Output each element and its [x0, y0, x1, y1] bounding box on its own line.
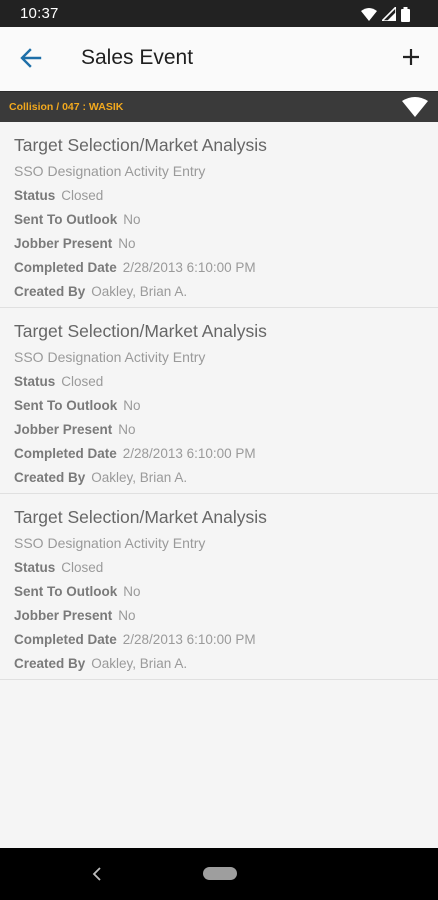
field-label: Created By — [14, 470, 86, 485]
event-subtitle: SSO Designation Activity Entry — [14, 535, 206, 551]
event-field-row: Jobber Present No — [14, 236, 136, 251]
field-value: Closed — [61, 560, 104, 575]
field-label: Completed Date — [14, 446, 117, 461]
status-bar: 10:37 — [0, 0, 438, 27]
event-field-row: Created By Oakley, Brian A. — [14, 656, 187, 671]
sales-event-list: Target Selection/Market Analysis SSO Des… — [0, 122, 438, 680]
event-field-row: Jobber Present No — [14, 608, 136, 623]
field-value: 2/28/2013 6:10:00 PM — [122, 632, 256, 647]
field-value: Oakley, Brian A. — [91, 656, 188, 671]
field-value: No — [123, 212, 141, 227]
event-field-row: Jobber Present No — [14, 422, 136, 437]
field-value: 2/28/2013 6:10:00 PM — [122, 446, 256, 461]
field-label: Jobber Present — [14, 236, 113, 251]
field-label: Status — [14, 188, 56, 203]
field-label: Sent To Outlook — [14, 212, 118, 227]
event-field-row: Sent To Outlook No — [14, 584, 141, 599]
event-card[interactable]: Target Selection/Market Analysis SSO Des… — [0, 122, 438, 308]
event-title: Target Selection/Market Analysis — [14, 135, 267, 155]
field-label: Created By — [14, 656, 86, 671]
app-bar: Sales Event — [0, 27, 438, 91]
event-field-row: Status Closed — [14, 188, 103, 203]
signal-icon — [382, 7, 396, 21]
field-value: Oakley, Brian A. — [91, 284, 188, 299]
wifi-icon — [361, 7, 377, 21]
field-value: No — [123, 584, 141, 599]
field-value: No — [118, 608, 136, 623]
status-time: 10:37 — [20, 5, 59, 22]
event-field-row: Status Closed — [14, 374, 103, 389]
field-value: No — [123, 398, 141, 413]
field-value: 2/28/2013 6:10:00 PM — [122, 260, 256, 275]
field-label: Completed Date — [14, 632, 117, 647]
field-label: Status — [14, 560, 56, 575]
field-label: Jobber Present — [14, 608, 113, 623]
event-field-row: Completed Date 2/28/2013 6:10:00 PM — [14, 446, 256, 461]
event-title: Target Selection/Market Analysis — [14, 321, 267, 341]
event-field-row: Completed Date 2/28/2013 6:10:00 PM — [14, 632, 256, 647]
event-field-row: Created By Oakley, Brian A. — [14, 470, 187, 485]
context-label: Collision / 047 : WASIK — [9, 101, 124, 113]
field-label: Sent To Outlook — [14, 398, 118, 413]
wifi-status-icon — [402, 97, 428, 117]
field-label: Created By — [14, 284, 86, 299]
nav-back-icon[interactable] — [90, 865, 104, 883]
context-bar: Collision / 047 : WASIK — [0, 91, 438, 123]
event-subtitle: SSO Designation Activity Entry — [14, 349, 206, 365]
navigation-bar — [0, 848, 438, 900]
field-value: No — [118, 236, 136, 251]
event-card[interactable]: Target Selection/Market Analysis SSO Des… — [0, 494, 438, 680]
field-value: Closed — [61, 374, 104, 389]
field-label: Completed Date — [14, 260, 117, 275]
event-field-row: Sent To Outlook No — [14, 398, 141, 413]
event-card[interactable]: Target Selection/Market Analysis SSO Des… — [0, 308, 438, 494]
field-value: Oakley, Brian A. — [91, 470, 188, 485]
event-field-row: Sent To Outlook No — [14, 212, 141, 227]
field-label: Status — [14, 374, 56, 389]
event-field-row: Created By Oakley, Brian A. — [14, 284, 187, 299]
battery-icon — [401, 6, 410, 22]
event-title: Target Selection/Market Analysis — [14, 507, 267, 527]
event-field-row: Status Closed — [14, 560, 103, 575]
field-value: Closed — [61, 188, 104, 203]
field-label: Sent To Outlook — [14, 584, 118, 599]
field-value: No — [118, 422, 136, 437]
add-icon[interactable] — [400, 46, 422, 68]
status-icons — [361, 6, 410, 22]
page-title: Sales Event — [81, 46, 194, 69]
event-field-row: Completed Date 2/28/2013 6:10:00 PM — [14, 260, 256, 275]
event-subtitle: SSO Designation Activity Entry — [14, 163, 206, 179]
home-pill-icon[interactable] — [203, 867, 237, 880]
field-label: Jobber Present — [14, 422, 113, 437]
back-arrow-icon[interactable] — [18, 45, 44, 71]
